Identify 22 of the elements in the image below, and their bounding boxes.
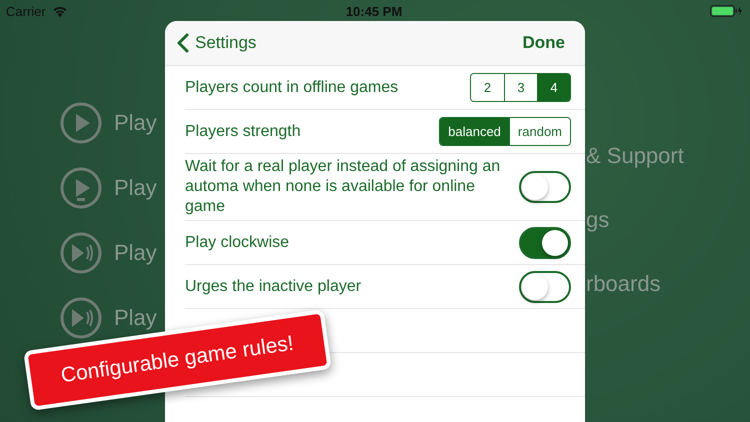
toggle-switch[interactable] (519, 171, 571, 203)
setting-label: Players strength (185, 122, 302, 142)
carrier-label: Carrier (6, 4, 46, 18)
setting-label: Wait for a real player instead of assigning an automa when none is available for online game (185, 157, 502, 217)
play-circle-icon[interactable] (60, 102, 102, 144)
done-button[interactable]: Done (522, 33, 565, 53)
segment-option[interactable]: balanced (440, 118, 509, 145)
play-circle-icon[interactable] (60, 167, 102, 209)
battery-icon (710, 5, 742, 17)
segment-option[interactable]: 4 (537, 74, 570, 101)
back-button[interactable]: Settings (177, 33, 256, 53)
toggle-switch[interactable] (519, 270, 571, 302)
setting-label: Players count in offline games (185, 78, 400, 98)
setting-label: Play clockwise (185, 232, 290, 252)
play-sound-icon[interactable] (60, 232, 102, 274)
chevron-left-icon (177, 33, 189, 53)
play-sound-icon[interactable] (60, 297, 102, 339)
setting-label: Urges the inactive player (185, 276, 362, 296)
time-label: 10:45 PM (346, 4, 402, 18)
wifi-icon (52, 5, 68, 17)
toggle-switch[interactable] (519, 226, 571, 258)
segment-option[interactable]: random (508, 118, 570, 145)
